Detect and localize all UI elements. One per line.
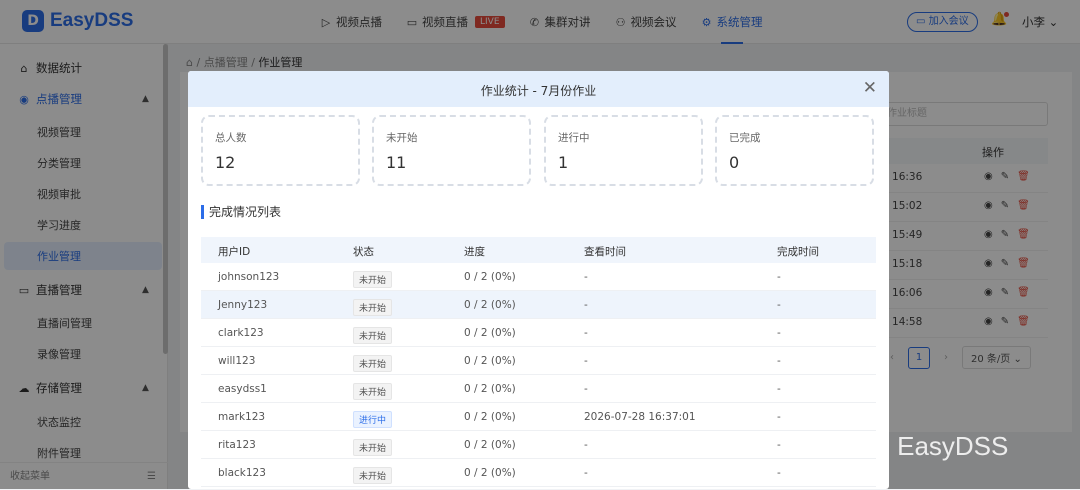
stat-label: 未开始 xyxy=(386,132,418,144)
cell-done-time: - xyxy=(777,467,781,479)
section-title: 完成情况列表 xyxy=(201,205,281,219)
column-header-status: 状态 xyxy=(353,246,374,258)
cell-progress: 0 / 2 (0%) xyxy=(464,439,516,451)
stat-value: 1 xyxy=(558,153,569,172)
modal-header: 作业统计 - 7月份作业 ✕ xyxy=(188,71,889,107)
cell-view-time: - xyxy=(584,383,588,395)
stat-value: 12 xyxy=(215,153,236,172)
cell-view-time: - xyxy=(584,355,588,367)
stat-card-total: 总人数 12 xyxy=(201,115,360,186)
cell-user: johnson123 xyxy=(218,271,280,283)
table-row[interactable]: Jenny123 未开始 0 / 2 (0%) - - xyxy=(201,291,876,319)
table-row[interactable]: clark123 未开始 0 / 2 (0%) - - xyxy=(201,319,876,347)
cell-view-time: - xyxy=(584,467,588,479)
status-badge: 未开始 xyxy=(353,439,393,456)
stat-card-not-started: 未开始 11 xyxy=(372,115,531,186)
cell-done-time: - xyxy=(777,439,781,451)
table-header: 用户ID 状态 进度 查看时间 完成时间 xyxy=(201,237,876,263)
status-badge: 未开始 xyxy=(353,383,393,400)
cell-done-time: - xyxy=(777,355,781,367)
cell-progress: 0 / 2 (0%) xyxy=(464,355,516,367)
column-header-user: 用户ID xyxy=(218,246,251,258)
cell-user: will123 xyxy=(218,355,256,367)
status-badge: 进行中 xyxy=(353,411,393,428)
column-header-view-time: 查看时间 xyxy=(584,246,626,258)
cell-view-time: - xyxy=(584,299,588,311)
stat-card-in-progress: 进行中 1 xyxy=(544,115,703,186)
cell-progress: 0 / 2 (0%) xyxy=(464,467,516,479)
cell-done-time: - xyxy=(777,299,781,311)
cell-progress: 0 / 2 (0%) xyxy=(464,327,516,339)
cell-view-time: 2026-07-28 16:37:01 xyxy=(584,411,696,423)
cell-view-time: - xyxy=(584,271,588,283)
table-row[interactable]: easydss1 未开始 0 / 2 (0%) - - xyxy=(201,375,876,403)
table-body: johnson123 未开始 0 / 2 (0%) - - Jenny123 未开始 0 / … xyxy=(201,263,876,487)
status-badge: 未开始 xyxy=(353,355,393,372)
cell-progress: 0 / 2 (0%) xyxy=(464,299,516,311)
table-row[interactable]: mark123 进行中 0 / 2 (0%) 2026-07-28 16:37:01 - xyxy=(201,403,876,431)
cell-user: rita123 xyxy=(218,439,256,451)
stat-value: 0 xyxy=(729,153,740,172)
cell-done-time: - xyxy=(777,411,781,423)
stat-label: 进行中 xyxy=(558,132,590,144)
table-row[interactable]: johnson123 未开始 0 / 2 (0%) - - xyxy=(201,263,876,291)
cell-progress: 0 / 2 (0%) xyxy=(464,411,516,423)
table-row[interactable]: rita123 未开始 0 / 2 (0%) - - xyxy=(201,431,876,459)
table-row[interactable]: will123 未开始 0 / 2 (0%) - - xyxy=(201,347,876,375)
table-row[interactable]: black123 未开始 0 / 2 (0%) - - xyxy=(201,459,876,487)
cell-progress: 0 / 2 (0%) xyxy=(464,271,516,283)
column-header-progress: 进度 xyxy=(464,246,485,258)
stat-value: 11 xyxy=(386,153,407,172)
status-badge: 未开始 xyxy=(353,467,393,484)
cell-user: black123 xyxy=(218,467,266,479)
cell-done-time: - xyxy=(777,327,781,339)
homework-stats-modal: 作业统计 - 7月份作业 ✕ 总人数 12 未开始 11 进行中 1 已完成 0… xyxy=(188,71,889,489)
cell-view-time: - xyxy=(584,439,588,451)
column-header-done-time: 完成时间 xyxy=(777,246,819,258)
modal-title: 作业统计 - 7月份作业 xyxy=(480,84,597,98)
cell-done-time: - xyxy=(777,383,781,395)
status-badge: 未开始 xyxy=(353,327,393,344)
close-icon[interactable]: ✕ xyxy=(863,79,877,97)
cell-user: easydss1 xyxy=(218,383,267,395)
cell-user: mark123 xyxy=(218,411,266,423)
completion-table: 用户ID 状态 进度 查看时间 完成时间 johnson123 未开始 0 / 2 … xyxy=(201,237,876,487)
stat-label: 总人数 xyxy=(215,132,247,144)
cell-view-time: - xyxy=(584,327,588,339)
cell-user: Jenny123 xyxy=(218,299,268,311)
cell-progress: 0 / 2 (0%) xyxy=(464,383,516,395)
status-badge: 未开始 xyxy=(353,271,393,288)
stat-label: 已完成 xyxy=(729,132,761,144)
cell-done-time: - xyxy=(777,271,781,283)
stat-card-completed: 已完成 0 xyxy=(715,115,874,186)
status-badge: 未开始 xyxy=(353,299,393,316)
cell-user: clark123 xyxy=(218,327,264,339)
